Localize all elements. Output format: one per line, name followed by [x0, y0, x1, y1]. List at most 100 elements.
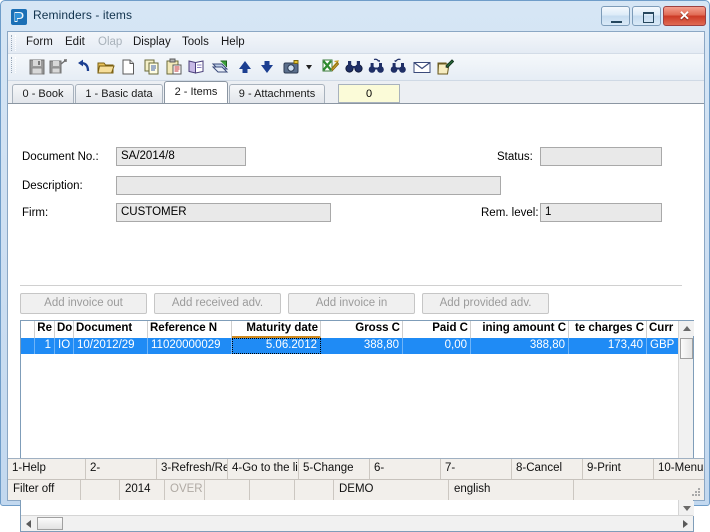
chevron-right-icon: [683, 520, 688, 528]
fn-key-5[interactable]: 5-Change: [299, 459, 370, 479]
book-icon[interactable]: [187, 58, 205, 76]
maximize-button[interactable]: [632, 6, 661, 26]
grid-header-do[interactable]: Do: [55, 321, 74, 338]
grid-horizontal-scrollbar[interactable]: [21, 515, 693, 531]
status-label: Status:: [497, 151, 533, 163]
cell-late-charges[interactable]: 173,40: [569, 338, 647, 354]
fn-key-7[interactable]: 7-: [441, 459, 512, 479]
add-provided-adv-button[interactable]: Add provided adv.: [422, 293, 549, 314]
export-excel-icon[interactable]: [321, 58, 340, 76]
scroll-left-button[interactable]: [21, 516, 36, 531]
grid-header-paid[interactable]: Paid C: [403, 321, 471, 338]
print-icon[interactable]: [211, 58, 229, 76]
cell-do[interactable]: IO: [55, 338, 74, 354]
menu-item-olap: Olap: [98, 36, 123, 48]
scroll-right-button[interactable]: [678, 516, 693, 531]
cell-re[interactable]: 1: [35, 338, 55, 354]
tab-book[interactable]: 0 - Book: [12, 84, 74, 103]
fn-key-10[interactable]: 10-Menu: [654, 459, 704, 479]
cell-document[interactable]: 10/2012/29: [74, 338, 148, 354]
add-invoice-in-button[interactable]: Add invoice in: [288, 293, 415, 314]
chevron-down-icon: [683, 506, 691, 511]
tab-items[interactable]: 2 - Items: [164, 81, 228, 103]
close-button[interactable]: ✕: [663, 6, 706, 26]
grid-header-maturity-date[interactable]: Maturity date: [232, 321, 321, 338]
find-next-icon[interactable]: [367, 58, 385, 76]
fn-key-9[interactable]: 9-Print: [583, 459, 654, 479]
tab-counter-field[interactable]: 0: [338, 84, 400, 103]
fn-key-4[interactable]: 4-Go to the lis: [228, 459, 299, 479]
cell-gross[interactable]: 388,80: [321, 338, 403, 354]
horizontal-scroll-thumb[interactable]: [37, 517, 63, 530]
grid-header-document[interactable]: Document: [74, 321, 148, 338]
cell-maturity-date[interactable]: 5.06.2012: [232, 338, 321, 354]
status-language: english: [449, 480, 574, 500]
rem-level-field[interactable]: 1: [540, 203, 662, 222]
fn-key-3[interactable]: 3-Refresh/Re: [157, 459, 228, 479]
resize-grip[interactable]: [690, 486, 702, 498]
toolbar-drag-grip[interactable]: [11, 57, 16, 73]
form-page: Document No.: SA/2014/8 Status: Descript…: [8, 103, 704, 532]
new-document-icon[interactable]: [119, 58, 137, 76]
cell-rownum[interactable]: [21, 338, 35, 354]
items-grid: Re Do Document Reference N Maturity date…: [20, 320, 694, 532]
status-field[interactable]: [540, 147, 662, 166]
menu-drag-grip[interactable]: [11, 35, 16, 51]
camera-icon[interactable]: [283, 58, 301, 76]
cell-reference-no[interactable]: 11020000029: [148, 338, 232, 354]
table-row[interactable]: 1 IO 10/2012/29 11020000029 5.06.2012 38…: [21, 338, 693, 354]
grid-header-re[interactable]: Re: [35, 321, 55, 338]
menu-item-help[interactable]: Help: [221, 36, 245, 48]
grid-header-currency[interactable]: Curr: [647, 321, 680, 338]
find-prev-icon[interactable]: [389, 58, 407, 76]
undo-icon[interactable]: [75, 58, 93, 76]
close-icon: ✕: [679, 8, 690, 23]
tab-attachments[interactable]: 9 - Attachments: [229, 84, 325, 103]
cell-currency[interactable]: GBP: [647, 338, 680, 354]
save-icon: [28, 58, 46, 76]
menu-item-display[interactable]: Display: [133, 36, 171, 48]
grid-header-remaining[interactable]: ining amount C: [471, 321, 569, 338]
save-as-icon: [49, 58, 68, 76]
grid-header-row: Re Do Document Reference N Maturity date…: [21, 321, 693, 339]
scroll-up-button[interactable]: [679, 321, 694, 336]
add-invoice-out-button[interactable]: Add invoice out: [20, 293, 147, 314]
menu-item-form[interactable]: Form: [26, 36, 53, 48]
description-field[interactable]: [116, 176, 501, 195]
fn-key-2[interactable]: 2-: [86, 459, 157, 479]
window-controls: ✕: [601, 6, 706, 26]
fn-key-8[interactable]: 8-Cancel: [512, 459, 583, 479]
fn-key-6[interactable]: 6-: [370, 459, 441, 479]
dropdown-icon[interactable]: [304, 58, 314, 76]
menu-item-tools[interactable]: Tools: [182, 36, 209, 48]
grid-header-reference-no[interactable]: Reference N: [148, 321, 232, 338]
grid-header-rownum[interactable]: [21, 321, 35, 338]
grid-header-gross[interactable]: Gross C: [321, 321, 403, 338]
cell-paid[interactable]: 0,00: [403, 338, 471, 354]
scroll-down-button[interactable]: [679, 501, 694, 516]
menu-item-edit[interactable]: Edit: [65, 36, 85, 48]
edit-note-icon[interactable]: [436, 58, 455, 76]
fn-key-1[interactable]: 1-Help: [8, 459, 86, 479]
find-icon[interactable]: [345, 58, 363, 76]
grid-header-late-charges[interactable]: te charges C: [569, 321, 647, 338]
status-company: DEMO: [334, 480, 449, 500]
copy-icon[interactable]: [143, 58, 161, 76]
minimize-button[interactable]: [601, 6, 630, 26]
move-down-icon[interactable]: [258, 58, 276, 76]
paste-icon[interactable]: [165, 58, 183, 76]
firm-field[interactable]: CUSTOMER: [116, 203, 331, 222]
mail-icon[interactable]: [413, 58, 431, 76]
firm-label: Firm:: [22, 207, 49, 219]
status-year: 2014: [120, 480, 165, 500]
open-folder-icon[interactable]: [97, 58, 115, 76]
chevron-left-icon: [26, 520, 31, 528]
document-no-field[interactable]: SA/2014/8: [116, 147, 246, 166]
cell-remaining[interactable]: 388,80: [471, 338, 569, 354]
vertical-scroll-thumb[interactable]: [680, 338, 693, 359]
add-received-adv-button[interactable]: Add received adv.: [154, 293, 281, 314]
tab-basic-data[interactable]: 1 - Basic data: [75, 84, 163, 103]
maximize-icon: [643, 12, 654, 23]
move-up-icon[interactable]: [236, 58, 254, 76]
minimize-icon: [611, 18, 622, 23]
